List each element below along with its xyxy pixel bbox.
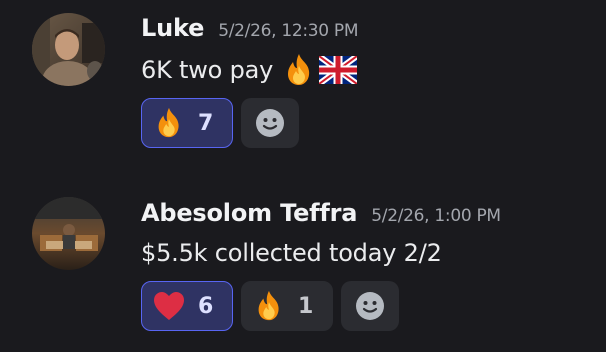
reaction-bar: 6 1 — [141, 281, 399, 331]
add-reaction-button[interactable] — [241, 98, 299, 148]
avatar[interactable] — [32, 13, 105, 86]
message-item: Luke 5/2/26, 12:30 PM 6K two pay 7 — [0, 0, 606, 176]
username[interactable]: Luke — [141, 14, 204, 42]
smiley-icon — [255, 108, 285, 138]
message-item: Abesolom Teffra 5/2/26, 1:00 PM $5.5k co… — [0, 176, 606, 352]
avatar[interactable] — [32, 197, 105, 270]
fire-icon — [252, 289, 286, 323]
message-text: $5.5k collected today 2/2 — [141, 239, 442, 267]
message-header: Luke 5/2/26, 12:30 PM — [141, 14, 359, 42]
reaction-count: 7 — [198, 110, 214, 136]
reaction-count: 1 — [298, 293, 314, 319]
heart-icon — [152, 290, 186, 322]
fire-icon — [152, 106, 186, 140]
smiley-icon — [355, 291, 385, 321]
reaction-fire[interactable]: 1 — [241, 281, 333, 331]
reaction-bar: 7 — [141, 98, 299, 148]
reaction-fire[interactable]: 7 — [141, 98, 233, 148]
timestamp: 5/2/26, 12:30 PM — [218, 21, 359, 41]
username[interactable]: Abesolom Teffra — [141, 199, 357, 227]
message-header: Abesolom Teffra 5/2/26, 1:00 PM — [141, 199, 501, 227]
add-reaction-button[interactable] — [341, 281, 399, 331]
timestamp: 5/2/26, 1:00 PM — [371, 206, 501, 226]
message-text: 6K two pay — [141, 56, 274, 84]
uk-flag-icon — [319, 56, 358, 84]
reaction-count: 6 — [198, 293, 214, 319]
fire-icon — [281, 52, 317, 88]
message-content: 6K two pay — [141, 52, 358, 88]
message-content: $5.5k collected today 2/2 — [141, 235, 442, 271]
reaction-heart[interactable]: 6 — [141, 281, 233, 331]
